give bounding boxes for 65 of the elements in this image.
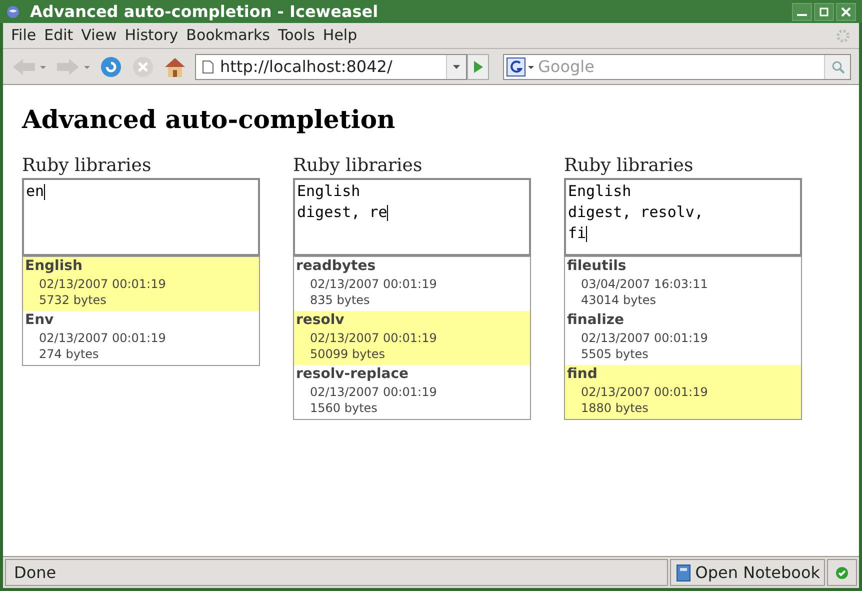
status-text: Done: [5, 559, 668, 586]
library-date: 02/13/2007 00:01:19: [38, 276, 167, 292]
library-name: readbytes: [296, 257, 377, 276]
field-label: Ruby libraries: [293, 154, 424, 178]
menu-item[interactable]: Edit: [40, 24, 78, 47]
menu-item[interactable]: History: [120, 24, 182, 47]
page-heading: Advanced auto-completion: [22, 107, 396, 132]
library-name: finalize: [567, 311, 626, 330]
search-icon: [830, 60, 844, 74]
text-area[interactable]: English digest, re: [293, 178, 531, 256]
throbber-icon: [835, 28, 851, 44]
library-date: 02/13/2007 00:01:19: [580, 330, 709, 346]
library-name: find: [567, 365, 598, 384]
close-icon: [841, 6, 851, 16]
minimize-icon: [797, 14, 807, 16]
suggestion-item[interactable]: English 02/13/2007 00:01:19 5732 bytes: [23, 257, 259, 311]
menu-item[interactable]: Bookmarks: [182, 24, 274, 47]
go-icon[interactable]: [467, 54, 489, 80]
library-size: 835 bytes: [309, 292, 371, 308]
library-size: 43014 bytes: [580, 292, 658, 308]
library-size: 50099 bytes: [309, 346, 386, 362]
caret-icon: [453, 64, 460, 68]
library-date: 03/04/2007 16:03:11: [580, 276, 709, 292]
field-label: Ruby libraries: [564, 154, 694, 178]
search-field[interactable]: Google: [503, 54, 851, 80]
maximize-icon: [819, 6, 829, 16]
library-size: 5505 bytes: [580, 346, 650, 362]
menu-item[interactable]: File: [7, 24, 40, 47]
library-date: 02/13/2007 00:01:19: [309, 384, 438, 400]
reload-icon[interactable]: [99, 54, 123, 78]
library-name: fileutils: [567, 257, 628, 276]
text-area[interactable]: English digest, resolv, fi: [564, 178, 802, 256]
open-notebook-button[interactable]: Open Notebook: [670, 559, 825, 586]
library-size: 1880 bytes: [580, 400, 650, 416]
suggestion-item[interactable]: resolv 02/13/2007 00:01:19 50099 bytes: [294, 311, 530, 365]
text-area[interactable]: en: [22, 178, 260, 256]
library-date: 02/13/2007 00:01:19: [309, 330, 438, 346]
close-button[interactable]: [836, 2, 856, 20]
search-input[interactable]: Google: [538, 54, 824, 78]
library-date: 02/13/2007 00:01:19: [580, 384, 709, 400]
suggestion-item[interactable]: find 02/13/2007 00:01:19 1880 bytes: [565, 365, 801, 419]
minimize-button[interactable]: [792, 2, 812, 20]
page-icon: [202, 60, 214, 74]
maximize-button[interactable]: [814, 2, 834, 20]
check-icon: [835, 566, 849, 580]
menu-item[interactable]: View: [77, 24, 121, 47]
library-size: 274 bytes: [38, 346, 100, 362]
library-name: resolv-replace: [296, 365, 410, 384]
library-name: resolv: [296, 311, 346, 330]
url-field[interactable]: http://localhost:8042/: [195, 54, 467, 80]
library-size: 1560 bytes: [309, 400, 378, 416]
globe-icon: [6, 4, 20, 18]
library-name: Env: [25, 311, 55, 330]
search-button[interactable]: [824, 54, 850, 78]
library-size: 5732 bytes: [38, 292, 108, 308]
library-name: English: [25, 257, 84, 276]
library-date: 02/13/2007 00:01:19: [309, 276, 438, 292]
window-title: Advanced auto-completion - Iceweasel: [30, 0, 378, 22]
notebook-icon: [675, 564, 692, 582]
search-engine-icon[interactable]: [506, 56, 536, 76]
menu-item[interactable]: Tools: [274, 24, 319, 47]
menu-item[interactable]: Help: [318, 24, 362, 47]
dropdown-button[interactable]: [446, 54, 466, 78]
field-label: Ruby libraries: [22, 154, 152, 178]
library-date: 02/13/2007 00:01:19: [38, 330, 167, 346]
